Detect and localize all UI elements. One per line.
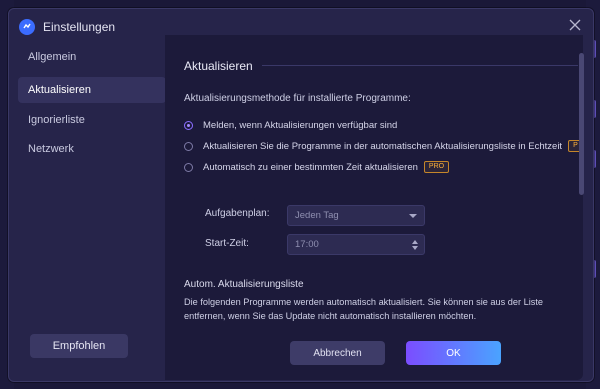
auto-update-list-description: Die folgenden Programme werden automatis…	[184, 297, 544, 321]
auto-update-list-title: Autom. Aktualisierungsliste	[184, 279, 304, 290]
radio-button[interactable]	[184, 120, 193, 130]
start-time-value: 17:00	[295, 239, 319, 250]
option-label: Automatisch zu einer bestimmten Zeit akt…	[203, 161, 418, 173]
sidebar-item-netzwerk[interactable]: Netzwerk	[18, 136, 166, 162]
option-scheduled[interactable]: Automatisch zu einer bestimmten Zeit akt…	[184, 159, 450, 175]
content-panel: Aktualisieren Aktualisierungsmethode für…	[165, 35, 584, 380]
schedule-label: Aufgabenplan:	[205, 208, 270, 219]
settings-dialog: Einstellungen Allgemein Aktualisieren Ig…	[8, 8, 594, 382]
section-divider	[262, 65, 578, 66]
option-notify[interactable]: Melden, wenn Aktualisierungen verfügbar …	[184, 117, 397, 133]
schedule-value: Jeden Tag	[295, 210, 339, 221]
method-label: Aktualisierungsmethode für installierte …	[184, 93, 411, 104]
spinner-arrows-icon[interactable]	[412, 239, 418, 251]
start-time-label: Start-Zeit:	[205, 238, 249, 249]
ok-button[interactable]: OK	[406, 341, 501, 365]
schedule-select[interactable]: Jeden Tag	[287, 205, 425, 226]
sidebar-item-ignorierliste[interactable]: Ignorierliste	[18, 107, 166, 133]
radio-button[interactable]	[184, 162, 193, 172]
section-title: Aktualisieren	[184, 59, 253, 73]
sidebar-item-aktualisieren[interactable]: Aktualisieren	[18, 77, 166, 103]
radio-button[interactable]	[184, 141, 193, 151]
sidebar: Allgemein Aktualisieren Ignorierliste Ne…	[9, 43, 167, 380]
option-realtime[interactable]: Aktualisieren Sie die Programme in der a…	[184, 138, 583, 154]
app-logo-icon	[19, 19, 35, 35]
recommend-button[interactable]: Empfohlen	[30, 334, 128, 358]
scrollbar[interactable]	[579, 53, 584, 195]
start-time-input[interactable]: 17:00	[287, 234, 425, 255]
window-title: Einstellungen	[43, 20, 116, 34]
cancel-button[interactable]: Abbrechen	[290, 341, 385, 365]
option-label: Aktualisieren Sie die Programme in der a…	[203, 140, 563, 152]
chevron-down-icon	[409, 214, 417, 218]
pro-badge: PRO	[423, 161, 450, 173]
sidebar-item-allgemein[interactable]: Allgemein	[18, 44, 166, 70]
close-icon[interactable]	[565, 15, 585, 35]
option-label: Melden, wenn Aktualisierungen verfügbar …	[203, 119, 398, 131]
